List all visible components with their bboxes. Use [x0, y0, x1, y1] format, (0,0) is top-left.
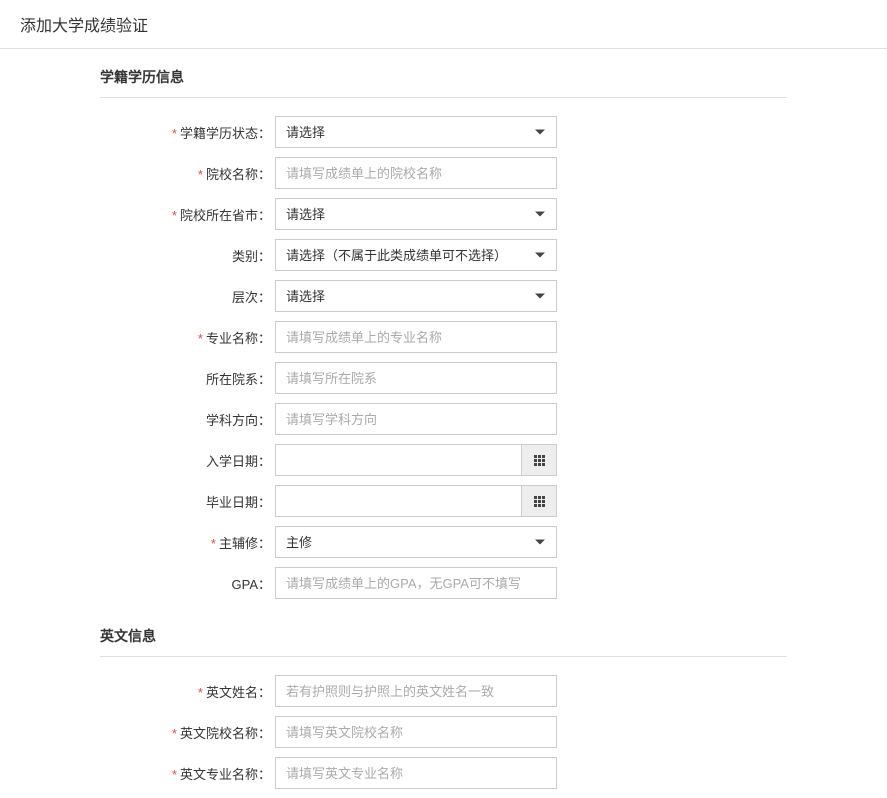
label-province: *院校所在省市：	[100, 205, 275, 224]
label-en-school: *英文院校名称：	[100, 723, 275, 742]
row-enroll-date: 入学日期：	[100, 444, 787, 476]
row-school: *院校名称：	[100, 157, 787, 189]
input-major[interactable]	[275, 321, 557, 353]
input-gpa[interactable]	[275, 567, 557, 599]
select-major-minor[interactable]: 主修	[275, 526, 557, 558]
calendar-icon	[534, 455, 545, 466]
label-en-major: *英文专业名称：	[100, 764, 275, 783]
input-direction[interactable]	[275, 403, 557, 435]
input-en-major[interactable]	[275, 757, 557, 789]
section-education-title: 学籍学历信息	[100, 49, 787, 98]
label-direction: 学科方向：	[100, 410, 275, 429]
row-status: *学籍学历状态： 请选择	[100, 116, 787, 148]
calendar-icon	[534, 496, 545, 507]
row-grad-date: 毕业日期：	[100, 485, 787, 517]
label-level: 层次：	[100, 287, 275, 306]
label-school: *院校名称：	[100, 164, 275, 183]
select-level[interactable]: 请选择	[275, 280, 557, 312]
input-en-school[interactable]	[275, 716, 557, 748]
row-direction: 学科方向：	[100, 403, 787, 435]
label-major: *专业名称：	[100, 328, 275, 347]
select-category[interactable]: 请选择（不属于此类成绩单可不选择）	[275, 239, 557, 271]
label-status: *学籍学历状态：	[100, 123, 275, 142]
input-school[interactable]	[275, 157, 557, 189]
row-en-school: *英文院校名称：	[100, 716, 787, 748]
label-category: 类别：	[100, 246, 275, 265]
label-gpa: GPA：	[100, 574, 275, 593]
row-department: 所在院系：	[100, 362, 787, 394]
select-province[interactable]: 请选择	[275, 198, 557, 230]
select-status[interactable]: 请选择	[275, 116, 557, 148]
label-enroll-date: 入学日期：	[100, 451, 275, 470]
row-major: *专业名称：	[100, 321, 787, 353]
page-title: 添加大学成绩验证	[0, 0, 887, 49]
input-en-name[interactable]	[275, 675, 557, 707]
label-department: 所在院系：	[100, 369, 275, 388]
row-en-name: *英文姓名：	[100, 675, 787, 707]
calendar-button-enroll[interactable]	[521, 444, 557, 476]
section-english-title: 英文信息	[100, 608, 787, 657]
form-container: 学籍学历信息 *学籍学历状态： 请选择 *院校名称： *院校所在省市： 请选择	[0, 49, 887, 789]
row-gpa: GPA：	[100, 567, 787, 599]
row-level: 层次： 请选择	[100, 280, 787, 312]
row-province: *院校所在省市： 请选择	[100, 198, 787, 230]
row-en-major: *英文专业名称：	[100, 757, 787, 789]
input-grad-date[interactable]	[275, 485, 521, 517]
label-grad-date: 毕业日期：	[100, 492, 275, 511]
label-major-minor: *主辅修：	[100, 533, 275, 552]
label-en-name: *英文姓名：	[100, 682, 275, 701]
input-department[interactable]	[275, 362, 557, 394]
row-category: 类别： 请选择（不属于此类成绩单可不选择）	[100, 239, 787, 271]
row-major-minor: *主辅修： 主修	[100, 526, 787, 558]
input-enroll-date[interactable]	[275, 444, 521, 476]
calendar-button-grad[interactable]	[521, 485, 557, 517]
